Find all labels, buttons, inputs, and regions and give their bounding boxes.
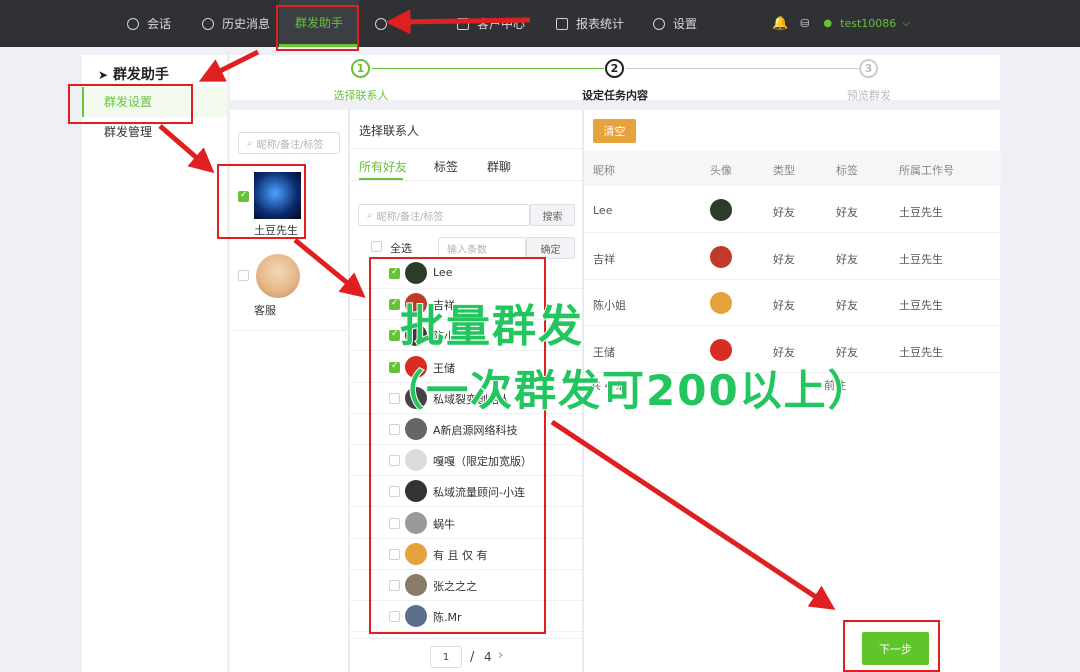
cell-tag: 好友	[836, 206, 858, 219]
tab-all-friends[interactable]: 所有好友	[359, 158, 407, 175]
username[interactable]: test10086	[840, 17, 896, 30]
divider	[230, 330, 348, 331]
col-avatar: 头像	[710, 164, 732, 177]
col-type: 类型	[773, 164, 795, 177]
step-2-circle: 2	[605, 59, 624, 78]
count-placeholder: 输入条数	[447, 244, 487, 256]
globe-icon	[375, 17, 387, 30]
top-navigation: 会话 历史消息 群发助手 客户中心 报表统计 设置 🔔 ⛁ ● test1008…	[0, 0, 1080, 47]
nav-label: 客户中心	[477, 17, 526, 31]
nav-customers[interactable]: 客户中心	[457, 0, 525, 47]
user-icon: ●	[823, 18, 833, 29]
step-1-label: 选择联系人	[333, 89, 389, 102]
nav-reports[interactable]: 报表统计	[556, 0, 624, 47]
cell-tag: 好友	[836, 299, 858, 312]
divider	[350, 638, 583, 639]
nav-settings[interactable]: 设置	[653, 0, 697, 47]
cell-nickname: Lee	[593, 204, 613, 217]
count-input[interactable]: 输入条数	[438, 237, 526, 259]
contact-search-input[interactable]: ⌕ 昵称/备注/标签	[358, 204, 530, 226]
step-1-circle: 1	[351, 59, 370, 78]
cell-owner: 土豆先生	[899, 299, 943, 312]
overlay-title: 批量群发	[399, 300, 584, 353]
step-3-circle: 3	[859, 59, 878, 78]
clear-button[interactable]: 清空	[593, 119, 636, 143]
contacts-header: 选择联系人	[359, 124, 420, 138]
nav-history[interactable]: 历史消息	[202, 0, 270, 47]
tab-tags[interactable]: 标签	[434, 158, 458, 175]
sidebar: ➤ 群发助手 群发设置 群发管理	[82, 55, 227, 672]
count-confirm-button[interactable]: 确定	[526, 237, 575, 259]
nav-unknown[interactable]	[375, 0, 395, 47]
nav-chat[interactable]: 会话	[127, 0, 171, 47]
cell-type: 好友	[773, 206, 795, 219]
divider	[350, 180, 583, 181]
step-line	[372, 68, 604, 69]
nav-label: 会话	[147, 17, 172, 31]
select-all-label: 全选	[390, 242, 412, 255]
tab-groups[interactable]: 群聊	[487, 158, 511, 175]
table-row: 陈小姐 好友 好友 土豆先生	[584, 280, 1001, 326]
cell-nickname: 吉祥	[593, 252, 615, 266]
steps-bar: 1 2 3 选择联系人 设定任务内容 预览群发	[230, 55, 1000, 102]
page-total: 4	[484, 650, 492, 664]
bar-chart-icon	[556, 17, 568, 30]
cell-type: 好友	[773, 299, 795, 312]
nav-label: 设置	[673, 17, 698, 31]
cell-owner: 土豆先生	[899, 345, 943, 359]
divider	[350, 148, 583, 149]
col-owner: 所属工作号	[899, 164, 954, 177]
account-avatar	[256, 254, 300, 298]
nav-right: 🔔 ⛁ ● test10086 ⌵	[772, 0, 910, 47]
step-line	[626, 68, 858, 69]
annotation-box-sidebar	[68, 84, 193, 124]
cell-nickname: 陈小姐	[593, 299, 626, 312]
account-checkbox[interactable]	[238, 270, 249, 281]
table-row: 吉祥 好友 好友 土豆先生	[584, 234, 1001, 280]
pager-separator: /	[470, 650, 475, 665]
contact-search-placeholder: 昵称/备注/标签	[376, 211, 444, 223]
clock-icon	[202, 17, 214, 30]
annotation-box-next	[843, 620, 940, 672]
contact-search-button[interactable]: 搜索	[530, 204, 575, 226]
gear-icon	[653, 17, 665, 30]
annotation-box-account	[217, 164, 306, 239]
select-all-checkbox[interactable]	[371, 241, 382, 252]
col-nickname: 昵称	[593, 164, 615, 177]
chevron-down-icon[interactable]: ⌵	[902, 18, 910, 29]
account-name: 客服	[254, 304, 276, 317]
cell-avatar	[710, 245, 732, 268]
cell-avatar	[710, 292, 732, 314]
search-icon: ⌕	[247, 137, 253, 149]
cell-owner: 土豆先生	[899, 252, 943, 266]
cell-avatar	[710, 199, 732, 221]
page-input[interactable]: 1	[430, 646, 462, 668]
overlay-subtitle: （一次群发可200以上）	[381, 365, 872, 416]
chat-icon	[127, 17, 139, 30]
user-icon	[457, 17, 469, 30]
chevron-right-icon[interactable]: ›	[498, 648, 503, 663]
cell-type: 好友	[773, 252, 795, 266]
database-icon[interactable]: ⛁	[800, 17, 809, 30]
col-tag: 标签	[836, 164, 858, 177]
annotation-box-nav	[276, 5, 359, 51]
send-icon: ➤	[98, 68, 109, 82]
sidebar-title: ➤ 群发助手	[98, 64, 169, 84]
step-3-label: 预览群发	[847, 89, 891, 102]
bell-icon[interactable]: 🔔	[772, 16, 788, 31]
step-2-label: 设定任务内容	[582, 89, 648, 102]
sidebar-title-text: 群发助手	[112, 67, 169, 83]
nav-label: 历史消息	[222, 17, 271, 31]
table-header: 昵称 头像 类型 标签 所属工作号	[584, 151, 1001, 186]
account-search-input[interactable]: ⌕ 昵称/备注/标签	[238, 132, 340, 154]
table-row: Lee 好友 好友 土豆先生	[584, 187, 1001, 233]
cell-tag: 好友	[836, 252, 858, 266]
account-search-placeholder: 昵称/备注/标签	[256, 139, 324, 151]
search-icon: ⌕	[367, 209, 373, 221]
cell-owner: 土豆先生	[899, 206, 943, 219]
nav-label: 报表统计	[576, 17, 625, 31]
